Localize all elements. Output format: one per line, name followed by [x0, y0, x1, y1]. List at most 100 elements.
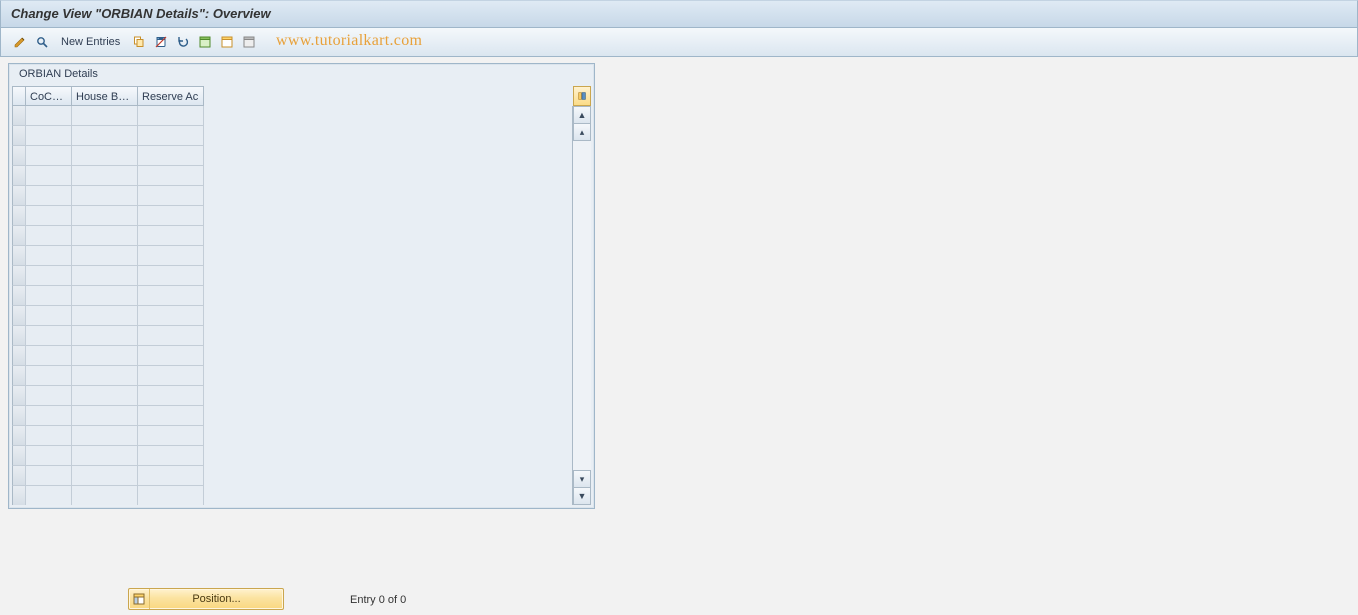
position-button[interactable]: Position... — [128, 588, 284, 610]
cell-reserve-ac[interactable] — [138, 146, 204, 166]
cell-cocode[interactable] — [26, 246, 72, 266]
cell-cocode[interactable] — [26, 426, 72, 446]
row-selector[interactable] — [12, 326, 26, 346]
row-selector[interactable] — [12, 466, 26, 486]
cell-cocode[interactable] — [26, 386, 72, 406]
cell-reserve-ac[interactable] — [138, 326, 204, 346]
row-selector[interactable] — [12, 106, 26, 126]
cell-house-bank[interactable] — [72, 266, 138, 286]
scroll-up-icon[interactable]: ▲ — [573, 106, 591, 124]
cell-house-bank[interactable] — [72, 226, 138, 246]
table-vertical-scrollbar[interactable]: ▲ ▴ ▾ ▼ — [572, 106, 591, 505]
cell-reserve-ac[interactable] — [138, 366, 204, 386]
row-selector[interactable] — [12, 426, 26, 446]
cell-cocode[interactable] — [26, 226, 72, 246]
cell-house-bank[interactable] — [72, 166, 138, 186]
cell-reserve-ac[interactable] — [138, 346, 204, 366]
cell-reserve-ac[interactable] — [138, 406, 204, 426]
cell-cocode[interactable] — [26, 146, 72, 166]
scroll-down-icon[interactable]: ▼ — [573, 487, 591, 505]
cell-cocode[interactable] — [26, 406, 72, 426]
row-selector[interactable] — [12, 266, 26, 286]
table-configure-icon[interactable] — [573, 86, 591, 106]
row-selector[interactable] — [12, 126, 26, 146]
cell-reserve-ac[interactable] — [138, 426, 204, 446]
cell-house-bank[interactable] — [72, 426, 138, 446]
new-entries-button[interactable]: New Entries — [55, 32, 126, 52]
cell-reserve-ac[interactable] — [138, 226, 204, 246]
row-selector[interactable] — [12, 386, 26, 406]
cell-cocode[interactable] — [26, 206, 72, 226]
other-view-icon[interactable] — [33, 33, 51, 51]
cell-house-bank[interactable] — [72, 326, 138, 346]
cell-house-bank[interactable] — [72, 346, 138, 366]
cell-house-bank[interactable] — [72, 406, 138, 426]
cell-house-bank[interactable] — [72, 106, 138, 126]
row-selector[interactable] — [12, 406, 26, 426]
delete-icon[interactable] — [152, 33, 170, 51]
cell-reserve-ac[interactable] — [138, 466, 204, 486]
cell-house-bank[interactable] — [72, 446, 138, 466]
cell-cocode[interactable] — [26, 366, 72, 386]
cell-reserve-ac[interactable] — [138, 486, 204, 505]
cell-reserve-ac[interactable] — [138, 126, 204, 146]
cell-house-bank[interactable] — [72, 186, 138, 206]
cell-house-bank[interactable] — [72, 306, 138, 326]
row-selector[interactable] — [12, 206, 26, 226]
cell-cocode[interactable] — [26, 446, 72, 466]
cell-cocode[interactable] — [26, 126, 72, 146]
scroll-down-step-icon[interactable]: ▾ — [573, 470, 591, 487]
row-selector[interactable] — [12, 346, 26, 366]
cell-reserve-ac[interactable] — [138, 246, 204, 266]
cell-cocode[interactable] — [26, 486, 72, 505]
copy-as-icon[interactable] — [130, 33, 148, 51]
row-selector[interactable] — [12, 146, 26, 166]
cell-cocode[interactable] — [26, 326, 72, 346]
deselect-all-icon[interactable] — [240, 33, 258, 51]
cell-cocode[interactable] — [26, 346, 72, 366]
cell-cocode[interactable] — [26, 186, 72, 206]
cell-house-bank[interactable] — [72, 126, 138, 146]
row-selector[interactable] — [12, 286, 26, 306]
cell-reserve-ac[interactable] — [138, 386, 204, 406]
cell-reserve-ac[interactable] — [138, 206, 204, 226]
cell-cocode[interactable] — [26, 306, 72, 326]
cell-reserve-ac[interactable] — [138, 446, 204, 466]
cell-cocode[interactable] — [26, 466, 72, 486]
cell-reserve-ac[interactable] — [138, 186, 204, 206]
row-selector-header[interactable] — [12, 86, 26, 106]
cell-house-bank[interactable] — [72, 386, 138, 406]
toggle-change-icon[interactable] — [11, 33, 29, 51]
scroll-up-step-icon[interactable]: ▴ — [573, 124, 591, 141]
undo-icon[interactable] — [174, 33, 192, 51]
scroll-track[interactable] — [573, 141, 591, 470]
cell-cocode[interactable] — [26, 166, 72, 186]
column-header-house-bank[interactable]: House Ba... — [72, 86, 138, 106]
row-selector[interactable] — [12, 186, 26, 206]
select-block-icon[interactable] — [218, 33, 236, 51]
cell-reserve-ac[interactable] — [138, 286, 204, 306]
cell-reserve-ac[interactable] — [138, 106, 204, 126]
row-selector[interactable] — [12, 306, 26, 326]
cell-house-bank[interactable] — [72, 246, 138, 266]
cell-house-bank[interactable] — [72, 466, 138, 486]
cell-house-bank[interactable] — [72, 286, 138, 306]
cell-reserve-ac[interactable] — [138, 166, 204, 186]
cell-reserve-ac[interactable] — [138, 306, 204, 326]
cell-cocode[interactable] — [26, 286, 72, 306]
cell-house-bank[interactable] — [72, 206, 138, 226]
cell-house-bank[interactable] — [72, 146, 138, 166]
cell-cocode[interactable] — [26, 106, 72, 126]
cell-house-bank[interactable] — [72, 486, 138, 505]
row-selector[interactable] — [12, 486, 26, 505]
cell-reserve-ac[interactable] — [138, 266, 204, 286]
row-selector[interactable] — [12, 446, 26, 466]
row-selector[interactable] — [12, 166, 26, 186]
row-selector[interactable] — [12, 366, 26, 386]
select-all-icon[interactable] — [196, 33, 214, 51]
cell-cocode[interactable] — [26, 266, 72, 286]
row-selector[interactable] — [12, 226, 26, 246]
column-header-cocode[interactable]: CoCode — [26, 86, 72, 106]
cell-house-bank[interactable] — [72, 366, 138, 386]
row-selector[interactable] — [12, 246, 26, 266]
